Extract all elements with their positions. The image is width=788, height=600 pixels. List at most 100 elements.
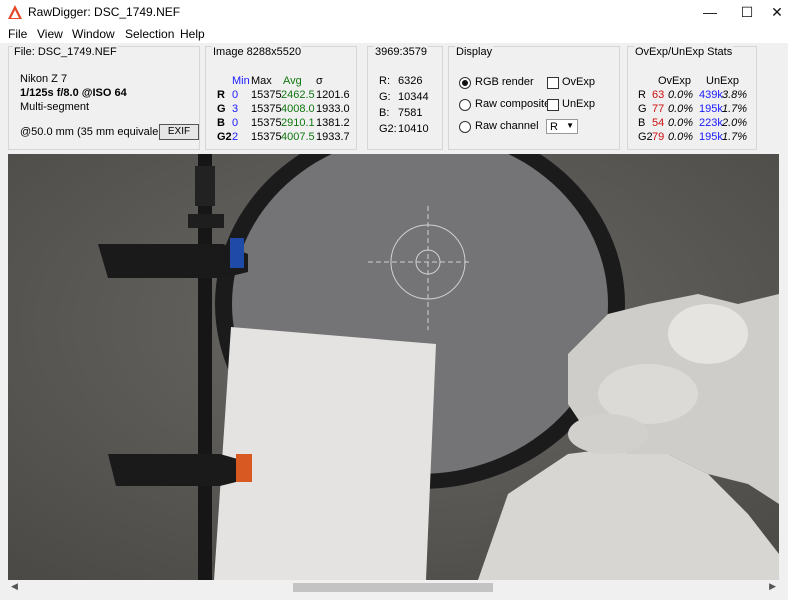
avg-b: 2910.1 [281, 117, 315, 129]
file-info-panel: File: DSC_1749.NEF Nikon Z 7 1/125s f/8.… [8, 46, 200, 150]
title-bar: RawDigger: DSC_1749.NEF — ☐ ✕ [0, 0, 788, 24]
ov-count-r: 63 [652, 89, 665, 101]
cursor-r-label: R: [379, 75, 390, 87]
cursor-g2-label: G2: [379, 123, 397, 135]
horizontal-scroll-thumb[interactable] [293, 583, 493, 592]
raw-image-viewer[interactable] [8, 154, 779, 580]
stats-channel-g2: G2 [638, 131, 653, 143]
cursor-g-label: G: [379, 91, 391, 103]
display-panel: Display RGB render Raw composite Raw cha… [448, 46, 620, 150]
metering-mode: Multi-segment [20, 101, 90, 113]
ovexp-label[interactable]: OvExp [562, 76, 595, 88]
sigma-r: 1201.6 [316, 89, 350, 101]
display-panel-title: Display [455, 46, 494, 58]
menu-help[interactable]: Help [180, 27, 205, 41]
ovexp-header: OvExp [658, 75, 692, 87]
lower-clamp [108, 454, 248, 486]
row-channel-r: R [217, 89, 225, 101]
ov-pct-g2: 0.0% [668, 131, 694, 143]
file-panel-title: File: DSC_1749.NEF [13, 46, 118, 58]
max-g: 15375 [251, 103, 282, 115]
raw-composite-radio[interactable] [459, 99, 471, 111]
max-header: Max [251, 75, 272, 87]
window-title: RawDigger: DSC_1749.NEF [28, 5, 181, 19]
avg-g: 4008.0 [281, 103, 315, 115]
exposure-stats-panel: OvExp/UnExp Stats OvExp UnExp R 63 0.0% … [627, 46, 757, 150]
max-r: 15375 [251, 89, 282, 101]
ovexp-checkbox[interactable] [547, 77, 559, 89]
un-count-g: 195k [699, 103, 723, 115]
ov-pct-b: 0.0% [668, 117, 694, 129]
menu-file[interactable]: File [8, 27, 27, 41]
stats-channel-r: R [638, 89, 646, 101]
cursor-r-value: 6326 [398, 75, 423, 87]
rgb-render-radio[interactable] [459, 77, 471, 89]
menu-bar: File View Window Selection Help [0, 24, 788, 43]
blue-clamp-tip [230, 238, 244, 268]
cursor-g2-value: 10410 [398, 123, 429, 135]
lens-info: @50.0 mm (35 mm equivalent: 50.0 [20, 126, 160, 138]
cursor-values-panel: 3969:3579 R: 6326 G: 10344 B: 7581 G2: 1… [367, 46, 443, 150]
minimize-button[interactable]: — [690, 0, 730, 24]
exposure-info: 1/125s f/8.0 @ISO 64 [20, 87, 127, 99]
photo-canvas [8, 154, 779, 580]
raw-channel-select-value: R [550, 121, 558, 133]
image-stats-panel: Image 8288x5520 Min Max Avg σ R 0 15375 … [205, 46, 357, 150]
min-b: 0 [232, 117, 239, 129]
cursor-b-value: 7581 [398, 107, 423, 119]
unexp-checkbox[interactable] [547, 99, 559, 111]
scroll-left-icon[interactable]: ◀ [11, 581, 18, 592]
min-r: 0 [232, 89, 239, 101]
menu-selection[interactable]: Selection [125, 27, 174, 41]
stats-panel-title: OvExp/UnExp Stats [634, 46, 734, 58]
ov-count-g: 77 [652, 103, 665, 115]
un-count-g2: 195k [699, 131, 723, 143]
scroll-right-icon[interactable]: ▶ [769, 581, 776, 592]
min-g2: 2 [232, 131, 239, 143]
un-count-r: 439k [699, 89, 723, 101]
exif-button[interactable]: EXIF [159, 124, 199, 140]
unexp-header: UnExp [706, 75, 740, 87]
chevron-down-icon: ▼ [566, 121, 574, 130]
raw-channel-select[interactable]: R ▼ [546, 119, 578, 134]
un-pct-g: 1.7% [722, 103, 748, 115]
sigma-header: σ [316, 75, 323, 87]
sigma-b: 1381.2 [316, 117, 350, 129]
stats-channel-b: B [638, 117, 646, 129]
un-count-b: 223k [699, 117, 723, 129]
max-g2: 15375 [251, 131, 282, 143]
cursor-g-value: 10344 [398, 91, 429, 103]
avg-g2: 4007.5 [281, 131, 315, 143]
upper-clamp [98, 244, 248, 278]
orange-clamp-tip [236, 454, 252, 482]
ov-pct-r: 0.0% [668, 89, 694, 101]
menu-window[interactable]: Window [72, 27, 115, 41]
rgb-render-label[interactable]: RGB render [475, 76, 534, 88]
unexp-label[interactable]: UnExp [562, 98, 595, 110]
image-panel-title: Image 8288x5520 [212, 46, 303, 58]
horizontal-scrollbar[interactable]: ◀ ▶ [8, 580, 779, 595]
avg-r: 2462.5 [281, 89, 315, 101]
row-channel-b: B [217, 117, 225, 129]
avg-header: Avg [283, 75, 302, 87]
un-pct-b: 2.0% [722, 117, 748, 129]
vertical-scrollbar[interactable] [779, 154, 788, 580]
min-g: 3 [232, 103, 239, 115]
raw-composite-label[interactable]: Raw composite [475, 98, 550, 110]
ov-count-g2: 79 [652, 131, 665, 143]
ov-pct-g: 0.0% [668, 103, 694, 115]
cursor-b-label: B: [379, 107, 390, 119]
min-header: Min [232, 75, 250, 87]
camera-model: Nikon Z 7 [20, 73, 68, 85]
row-channel-g2: G2 [217, 131, 232, 143]
close-button[interactable]: ✕ [757, 0, 788, 24]
menu-view[interactable]: View [37, 27, 63, 41]
raw-channel-label[interactable]: Raw channel [475, 120, 539, 132]
rawdigger-logo-icon [8, 5, 22, 19]
cursor-coordinates: 3969:3579 [374, 46, 428, 58]
raw-channel-radio[interactable] [459, 121, 471, 133]
un-pct-g2: 1.7% [722, 131, 748, 143]
stats-channel-g: G [638, 103, 647, 115]
max-b: 15375 [251, 117, 282, 129]
sigma-g: 1933.0 [316, 103, 350, 115]
